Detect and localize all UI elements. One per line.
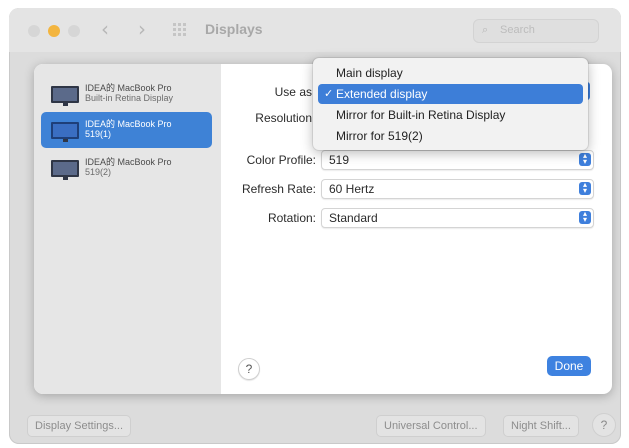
universal-control-button[interactable]: Universal Control... — [376, 415, 486, 437]
rotation-popup[interactable]: Standard ▴ ▾ — [321, 208, 594, 228]
refresh-rate-popup[interactable]: 60 Hertz ▴ ▾ — [321, 179, 594, 199]
color-profile-popup[interactable]: 519 ▴ ▾ — [321, 150, 594, 170]
display-item-519-1[interactable]: IDEA的 MacBook Pro 519(1) — [41, 112, 212, 148]
refresh-rate-label: Refresh Rate: — [241, 182, 316, 196]
search-field[interactable]: ⌕ Search — [473, 19, 599, 43]
display-icon — [51, 86, 79, 106]
done-button[interactable]: Done — [547, 356, 591, 376]
rotation-value: Standard — [329, 211, 378, 225]
chevron-up-down-icon: ▴ ▾ — [579, 210, 591, 224]
checkmark-icon: ✓ — [324, 87, 334, 100]
color-profile-label: Color Profile: — [246, 153, 316, 167]
display-subtitle: Built-in Retina Display — [85, 93, 174, 103]
use-as-menu: Main display ✓ Extended display Mirror f… — [313, 58, 588, 150]
menu-item-label: Mirror for 519(2) — [336, 129, 423, 143]
search-placeholder: Search — [500, 24, 535, 36]
menu-item-label: Main display — [336, 66, 403, 80]
display-item-built-in[interactable]: IDEA的 MacBook Pro Built-in Retina Displa… — [41, 76, 212, 112]
menu-item-label: Extended display — [336, 87, 428, 101]
menu-item-extended-display[interactable]: ✓ Extended display — [318, 84, 583, 104]
display-settings-button[interactable]: Display Settings... — [27, 415, 132, 437]
display-subtitle: 519(2) — [85, 167, 112, 177]
close-window-button[interactable] — [28, 25, 40, 37]
menu-item-label: Mirror for Built-in Retina Display — [336, 108, 506, 122]
display-list: IDEA的 MacBook Pro Built-in Retina Displa… — [34, 64, 221, 394]
display-subtitle: 519(1) — [85, 129, 112, 139]
grid-icon[interactable] — [173, 23, 187, 37]
rotation-label: Rotation: — [267, 211, 316, 225]
window-title: Displays — [205, 21, 263, 37]
chevron-up-down-icon: ▴ ▾ — [579, 152, 591, 166]
menu-item-mirror-built-in[interactable]: Mirror for Built-in Retina Display — [318, 105, 583, 125]
display-icon — [51, 122, 79, 142]
title-bar: ‹ › Displays ⌕ Search — [9, 8, 621, 52]
resolution-label: Resolution — [255, 111, 312, 125]
use-as-label: Use as — [274, 85, 312, 99]
bottom-help-button[interactable]: ? — [592, 413, 616, 437]
refresh-rate-value: 60 Hertz — [329, 182, 375, 196]
menu-item-main-display[interactable]: Main display — [318, 63, 583, 83]
chevron-up-down-icon: ▴ ▾ — [579, 181, 591, 195]
display-icon — [51, 160, 79, 180]
minimize-window-button[interactable] — [48, 25, 60, 37]
chevron-left-icon[interactable]: ‹ — [101, 17, 109, 41]
chevron-right-icon[interactable]: › — [138, 17, 146, 41]
display-item-519-2[interactable]: IDEA的 MacBook Pro 519(2) — [41, 150, 212, 186]
zoom-window-button[interactable] — [68, 25, 80, 37]
menu-item-mirror-519-2[interactable]: Mirror for 519(2) — [318, 126, 583, 146]
night-shift-button[interactable]: Night Shift... — [503, 415, 579, 437]
help-button[interactable]: ? — [238, 358, 260, 380]
color-profile-value: 519 — [329, 153, 350, 167]
search-icon: ⌕ — [482, 23, 489, 36]
